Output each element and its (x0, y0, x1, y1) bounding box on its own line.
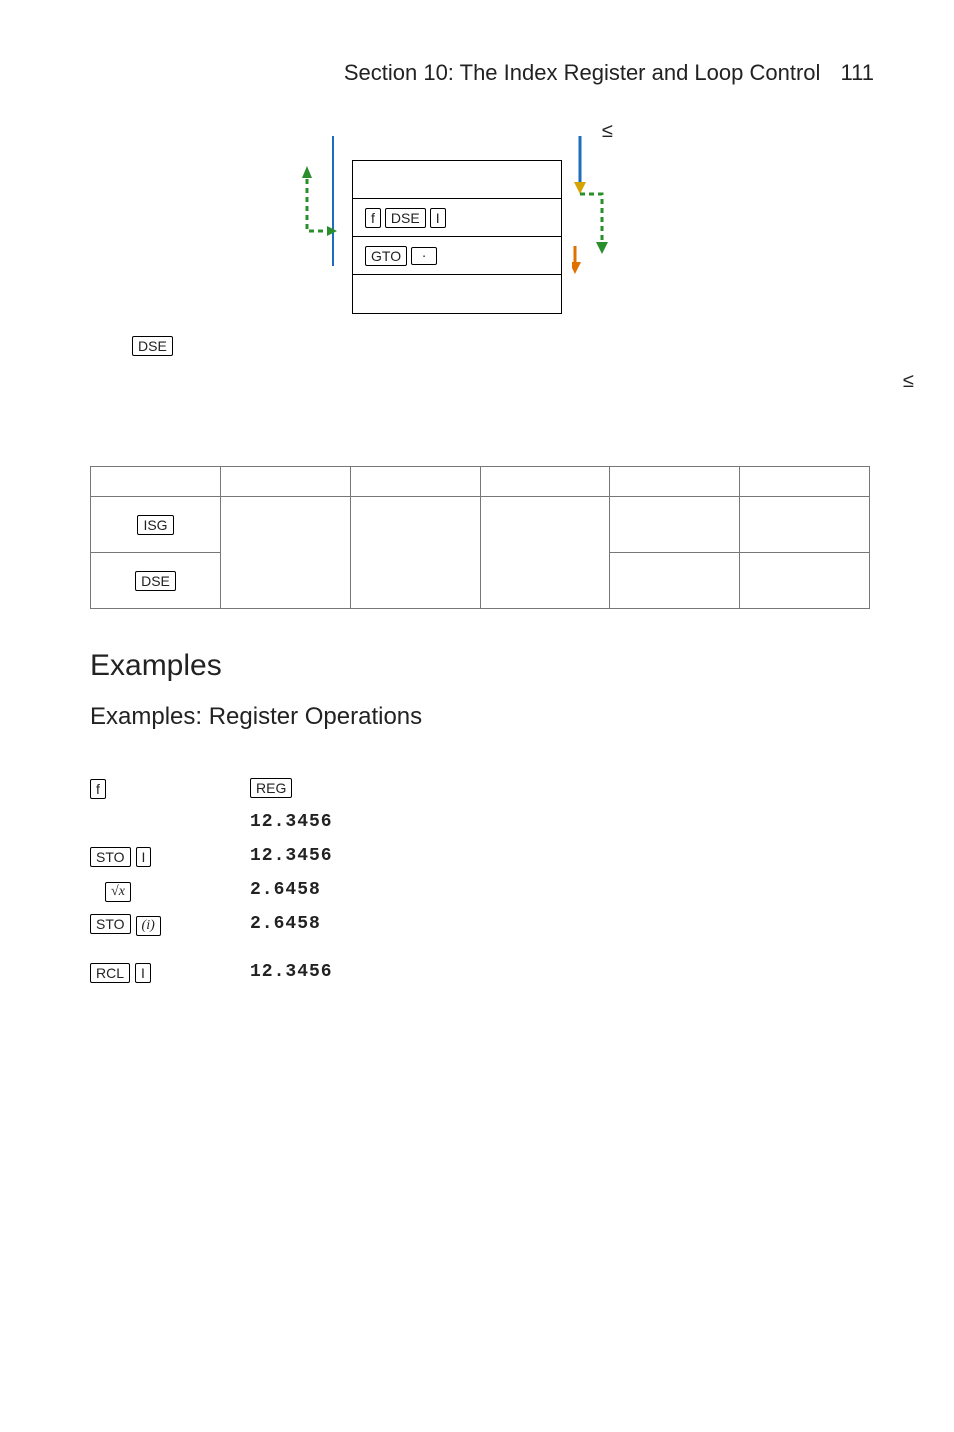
display-value: 12.3456 (250, 962, 333, 982)
loop-back-arrow-icon (302, 166, 342, 236)
sto-key-icon: STO (90, 914, 131, 934)
display-value: 2.6458 (250, 914, 321, 934)
dse-key-icon: DSE (135, 571, 176, 591)
examples-heading: Examples (90, 649, 874, 683)
instruction-table: f DSE I GTO · (352, 160, 562, 314)
function-table: ISG DSE (90, 466, 870, 609)
sqrt-key-icon: √x (105, 882, 131, 902)
display-value: 2.6458 (250, 880, 321, 900)
reg-key-icon: REG (250, 778, 292, 798)
flow-diagram: ≤ f DSE I GTO · (232, 116, 732, 316)
branch-arrow-icon (572, 136, 622, 276)
page-header: Section 10: The Index Register and Loop … (90, 60, 874, 86)
f-key-icon: f (90, 779, 106, 799)
examples-subheading: Examples: Register Operations (90, 703, 874, 731)
page-number: 111 (841, 60, 874, 85)
less-equal-right: ≤ (903, 370, 914, 393)
f-key-icon: f (365, 208, 381, 228)
row-gto: GTO · (353, 237, 561, 275)
dse-key-icon: DSE (385, 208, 426, 228)
register-ops-list: f REG 12.3456 STO I 12.3456 √x 2.6458 ST… (90, 771, 874, 989)
dse-key-paragraph: DSE (132, 336, 874, 356)
isg-key-icon: ISG (137, 515, 173, 535)
sto-key-icon: STO (90, 847, 131, 867)
rcl-key-icon: RCL (90, 963, 130, 983)
section-title: Section 10: The Index Register and Loop … (344, 60, 821, 85)
row-f-dse-i: f DSE I (353, 199, 561, 237)
display-value: 12.3456 (250, 846, 333, 866)
i-key-icon: I (430, 208, 446, 228)
dse-key-icon: DSE (132, 336, 173, 356)
dot-key-icon: · (411, 247, 437, 265)
i-key-icon: I (136, 847, 152, 867)
gto-key-icon: GTO (365, 246, 407, 266)
i-paren-key-icon: (i) (136, 916, 161, 936)
i-key-icon: I (135, 963, 151, 983)
display-value: 12.3456 (250, 812, 333, 832)
